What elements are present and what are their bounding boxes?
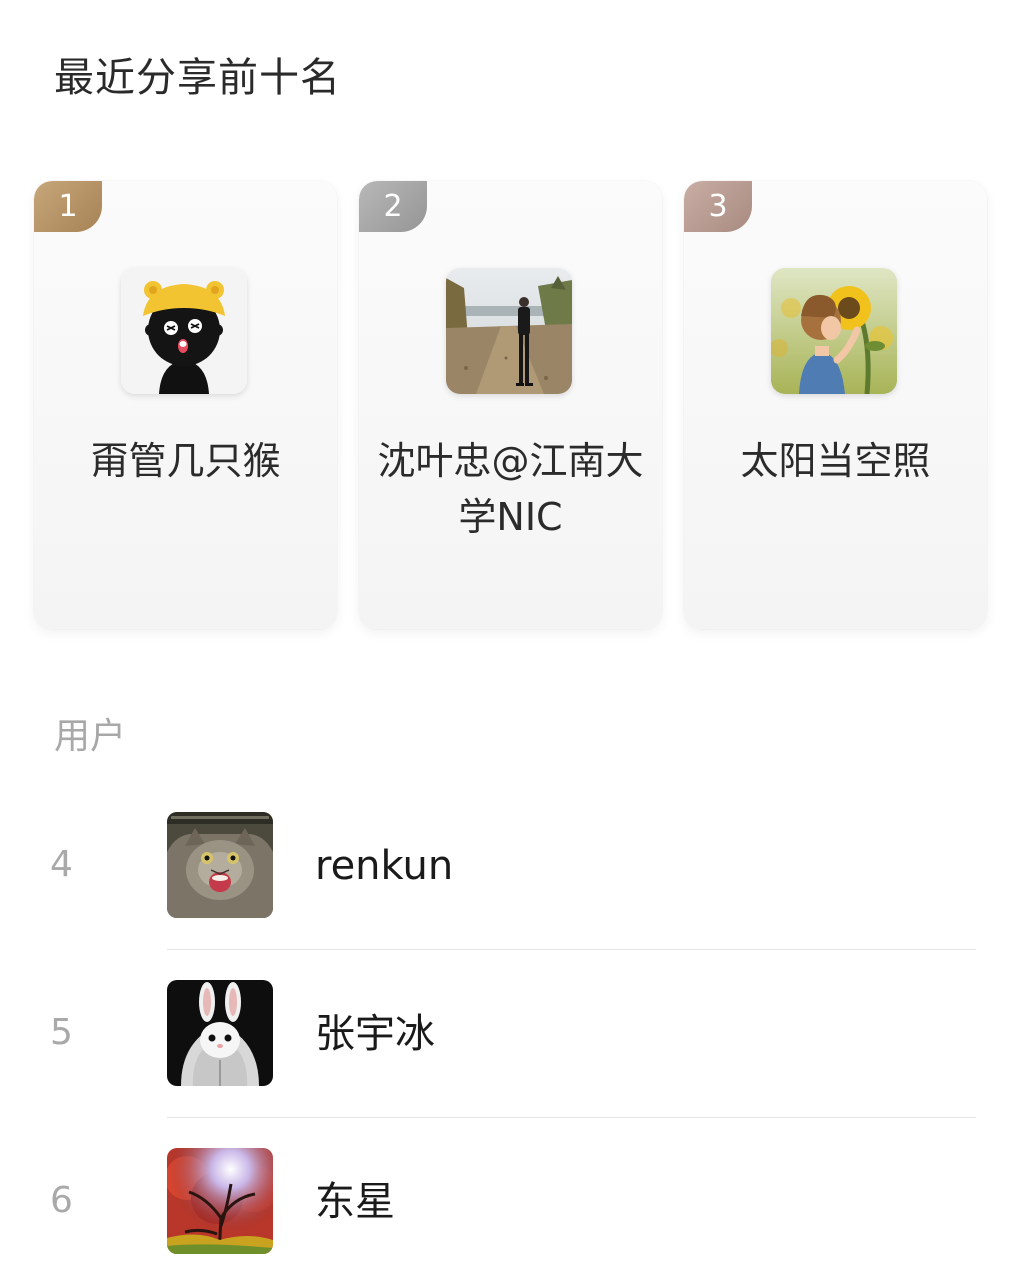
top-user-name[interactable]: 太阳当空照 bbox=[702, 433, 969, 489]
avatar[interactable] bbox=[167, 1148, 273, 1254]
page-title: 最近分享前十名 bbox=[54, 55, 341, 101]
rank-badge-gold: 1 bbox=[34, 181, 102, 232]
man-standing-on-path-photo-avatar bbox=[446, 268, 572, 394]
section-label-users: 用户 bbox=[54, 716, 127, 757]
top-user-name[interactable]: 沈叶忠@江南大学NIC bbox=[377, 433, 644, 545]
avatar[interactable] bbox=[446, 268, 572, 394]
white-rabbit-hoodie-avatar bbox=[167, 980, 273, 1086]
list-item[interactable]: 4 renkun bbox=[0, 812, 1028, 918]
rank-badge-silver: 2 bbox=[359, 181, 427, 232]
user-rank: 6 bbox=[50, 1180, 73, 1221]
top-card-1[interactable]: 1 甭管几只猴 bbox=[34, 181, 337, 629]
user-name[interactable]: renkun bbox=[315, 838, 453, 894]
top-card-3[interactable]: 3 太阳当空照 bbox=[684, 181, 987, 629]
avatar[interactable] bbox=[771, 268, 897, 394]
top-card-2[interactable]: 2 沈叶忠@江南大学NIC bbox=[359, 181, 662, 629]
avatar[interactable] bbox=[167, 812, 273, 918]
user-name[interactable]: 张宇冰 bbox=[315, 1006, 435, 1062]
user-rank: 4 bbox=[50, 844, 73, 885]
screaming-cat-avatar bbox=[167, 812, 273, 918]
divider bbox=[167, 949, 976, 950]
list-item[interactable]: 5 张宇冰 bbox=[0, 980, 1028, 1086]
list-item[interactable]: 6 东星 bbox=[0, 1148, 1028, 1254]
top-three-cards: 1 甭管几只猴 2 沈叶忠@江南大学NIC 3 太阳当空照 bbox=[34, 181, 988, 629]
top-user-name[interactable]: 甭管几只猴 bbox=[52, 433, 319, 489]
user-name[interactable]: 东星 bbox=[315, 1174, 395, 1230]
user-rank: 5 bbox=[50, 1012, 73, 1053]
child-with-sunflower-photo-avatar bbox=[771, 268, 897, 394]
avatar[interactable] bbox=[121, 268, 247, 394]
cartoon-black-creature-yellow-hat-avatar bbox=[121, 268, 247, 394]
rank-badge-bronze: 3 bbox=[684, 181, 752, 232]
red-autumn-tree-avatar bbox=[167, 1148, 273, 1254]
avatar[interactable] bbox=[167, 980, 273, 1086]
divider bbox=[167, 1117, 976, 1118]
